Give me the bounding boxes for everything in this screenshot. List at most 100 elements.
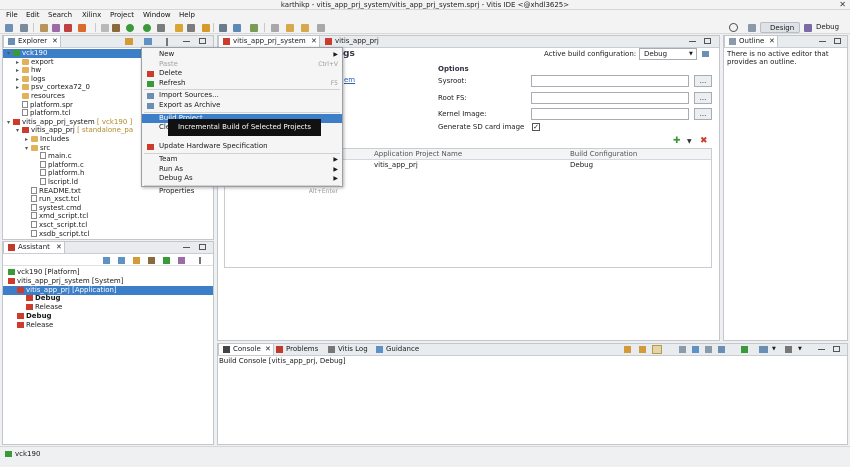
run-icon[interactable] bbox=[126, 24, 134, 32]
up-arrow-icon[interactable] bbox=[639, 346, 646, 353]
terminal-icon[interactable] bbox=[219, 24, 227, 32]
chevron-down-icon[interactable]: ▼ bbox=[687, 138, 692, 146]
tab-explorer[interactable]: Explorer ✕ bbox=[3, 35, 61, 47]
menu-icon[interactable] bbox=[199, 257, 201, 264]
tab-outline[interactable]: Outline ✕ bbox=[724, 35, 778, 47]
tab-vitis-app-prj[interactable]: vitis_app_prj bbox=[322, 36, 392, 47]
copy-icon[interactable] bbox=[692, 346, 699, 353]
context-menu-item[interactable]: Debug As ▶ bbox=[142, 174, 342, 184]
maximize-icon[interactable] bbox=[199, 244, 206, 250]
collapse-icon[interactable] bbox=[144, 38, 152, 45]
active-build-select[interactable]: Debug ▼ bbox=[639, 48, 697, 60]
settings-icon[interactable] bbox=[133, 257, 140, 264]
tab-problems[interactable]: Problems bbox=[276, 344, 326, 355]
context-menu-item[interactable]: Export as Archive bbox=[142, 101, 342, 111]
menu-edit[interactable]: Edit bbox=[26, 10, 40, 21]
close-icon[interactable]: ✕ bbox=[311, 36, 317, 47]
hammer-icon[interactable] bbox=[112, 24, 120, 32]
tree-item[interactable]: xsdb_script.tcl bbox=[3, 229, 213, 239]
forward-icon[interactable] bbox=[301, 24, 309, 32]
context-menu-item[interactable]: Update Hardware Specification bbox=[142, 142, 342, 152]
word-wrap-icon[interactable] bbox=[705, 346, 712, 353]
maximize-icon[interactable] bbox=[199, 38, 206, 44]
add-icon[interactable]: ✚ bbox=[673, 137, 681, 146]
assistant-item[interactable]: Debug bbox=[3, 312, 213, 321]
new-icon[interactable] bbox=[103, 257, 110, 264]
kernel-input[interactable] bbox=[531, 108, 689, 120]
maximize-icon[interactable] bbox=[833, 346, 840, 352]
pin-icon[interactable] bbox=[187, 24, 195, 32]
launch-icon[interactable] bbox=[78, 24, 86, 32]
remove-icon[interactable]: ✖ bbox=[700, 137, 708, 146]
maximize-icon[interactable] bbox=[704, 38, 711, 44]
clear-console-icon[interactable] bbox=[679, 346, 686, 353]
menu-icon[interactable] bbox=[166, 38, 168, 46]
kernel-browse-button[interactable]: ... bbox=[694, 108, 712, 120]
annotate-icon[interactable] bbox=[250, 24, 258, 32]
sdcard-checkbox[interactable]: ✓ bbox=[532, 123, 540, 131]
menu-help[interactable]: Help bbox=[179, 10, 195, 21]
context-menu-item[interactable]: Delete bbox=[142, 69, 342, 79]
assistant-item[interactable]: vitis_app_prj_system [System] bbox=[3, 277, 213, 286]
tab-vitis-app-prj-system[interactable]: vitis_app_prj_system ✕ bbox=[218, 35, 320, 47]
external-tools-icon[interactable] bbox=[157, 24, 165, 32]
sysroot-input[interactable] bbox=[531, 75, 689, 87]
new-icon[interactable] bbox=[5, 24, 13, 32]
back-icon[interactable] bbox=[286, 24, 294, 32]
debug-perspective-icon[interactable] bbox=[804, 24, 812, 32]
search-icon[interactable] bbox=[729, 23, 738, 32]
close-icon[interactable]: ✕ bbox=[839, 0, 846, 10]
scroll-lock-icon[interactable] bbox=[652, 345, 662, 354]
perspective-design[interactable]: Design bbox=[760, 22, 800, 33]
assistant-item[interactable]: vck190 [Platform] bbox=[3, 268, 213, 277]
open-console-icon[interactable] bbox=[759, 346, 768, 353]
folder-open-icon[interactable] bbox=[175, 24, 183, 32]
close-icon[interactable]: ✕ bbox=[52, 36, 58, 47]
tab-console[interactable]: Console ✕ bbox=[218, 343, 274, 355]
maximize-icon[interactable] bbox=[834, 38, 841, 44]
collapse-icon[interactable] bbox=[118, 257, 125, 264]
assistant-item[interactable]: vitis_app_prj [Application] bbox=[3, 285, 213, 295]
minimize-icon[interactable] bbox=[183, 247, 190, 248]
rootfs-browse-button[interactable]: ... bbox=[694, 92, 712, 104]
edit-icon[interactable] bbox=[233, 24, 241, 32]
down-arrow-icon[interactable] bbox=[624, 346, 631, 353]
menu-project[interactable]: Project bbox=[110, 10, 134, 21]
stop-icon[interactable] bbox=[64, 24, 72, 32]
context-menu-item[interactable]: Import Sources... bbox=[142, 91, 342, 101]
rootfs-input[interactable] bbox=[531, 92, 689, 104]
display-selected-console-icon[interactable] bbox=[741, 346, 748, 353]
nav-icon[interactable] bbox=[317, 24, 325, 32]
menu-window[interactable]: Window bbox=[143, 10, 171, 21]
close-icon[interactable]: ✕ bbox=[56, 242, 62, 253]
context-menu-item[interactable]: Refresh F5 bbox=[142, 79, 342, 89]
minimize-icon[interactable] bbox=[689, 41, 696, 42]
context-menu-item[interactable]: Team ▶ bbox=[142, 155, 342, 165]
minimize-icon[interactable] bbox=[183, 41, 190, 42]
menu-search[interactable]: Search bbox=[48, 10, 72, 21]
tab-assistant[interactable]: Assistant ✕ bbox=[3, 241, 65, 253]
menu-file[interactable]: File bbox=[6, 10, 18, 21]
context-menu-item[interactable]: Paste Ctrl+V bbox=[142, 60, 342, 70]
build-icon[interactable] bbox=[40, 24, 48, 32]
debug-icon[interactable] bbox=[178, 257, 185, 264]
prev-edit-icon[interactable] bbox=[271, 24, 279, 32]
chevron-down-icon[interactable]: ▼ bbox=[772, 346, 776, 353]
tab-guidance[interactable]: Guidance bbox=[376, 344, 426, 355]
link-icon[interactable] bbox=[125, 38, 133, 45]
assistant-item[interactable]: Debug bbox=[3, 294, 213, 303]
run-icon[interactable] bbox=[163, 257, 170, 264]
open-perspective-icon[interactable] bbox=[748, 24, 756, 32]
context-menu-item[interactable]: Properties Alt+Enter bbox=[142, 187, 342, 197]
sysroot-browse-button[interactable]: ... bbox=[694, 75, 712, 87]
save-icon[interactable] bbox=[20, 24, 28, 32]
play-icon[interactable] bbox=[143, 24, 151, 32]
wand-icon[interactable] bbox=[202, 24, 210, 32]
tool-icon[interactable] bbox=[101, 24, 109, 32]
hammer-icon[interactable] bbox=[148, 257, 155, 264]
minimize-icon[interactable] bbox=[819, 41, 826, 42]
context-menu-item[interactable]: Run As ▶ bbox=[142, 165, 342, 175]
assistant-item[interactable]: Release bbox=[3, 303, 213, 312]
pin-icon[interactable] bbox=[718, 346, 725, 353]
perspective-debug[interactable]: Debug bbox=[816, 23, 839, 32]
